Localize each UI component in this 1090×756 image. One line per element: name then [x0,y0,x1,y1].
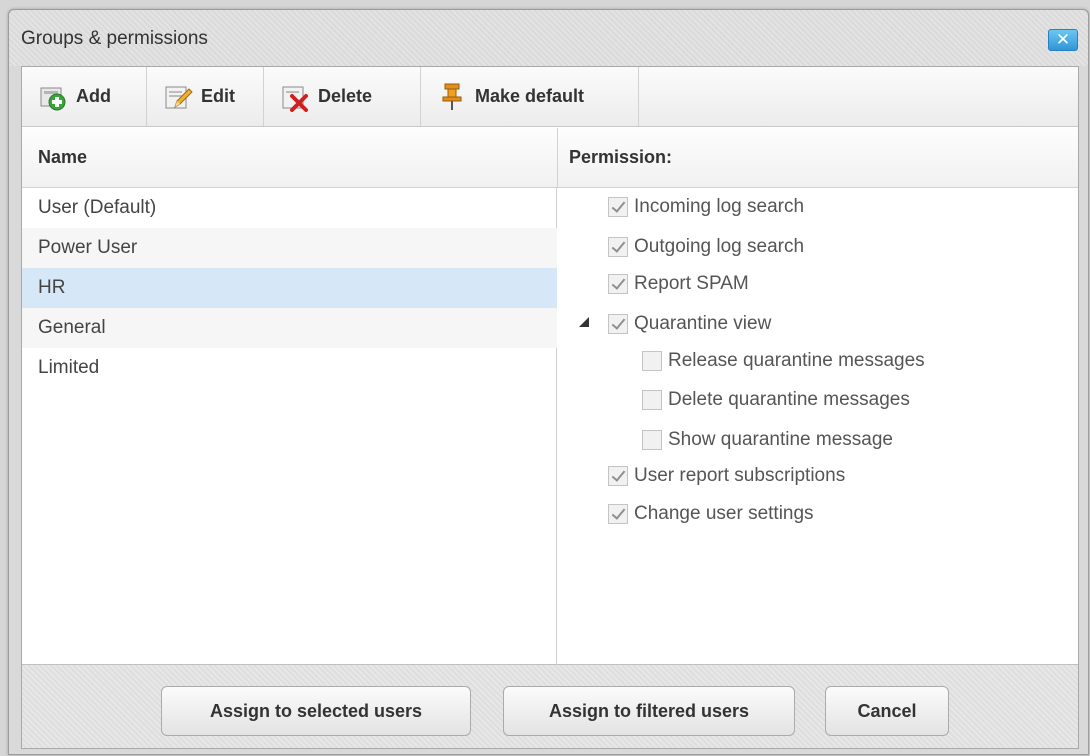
assign-filtered-label: Assign to filtered users [548,700,750,721]
permission-checkbox[interactable] [608,197,628,217]
permission-label: Quarantine view [634,313,772,334]
permission-checkbox[interactable] [608,274,628,294]
expand-collapse-icon[interactable] [579,317,589,327]
group-list: User (Default) Power User HR General Lim… [22,188,557,664]
name-column-label: Name [38,147,88,167]
permission-label: Report SPAM [634,273,749,294]
group-label: Limited [38,357,100,378]
add-button[interactable]: Add [22,67,147,126]
list-item[interactable]: Power User [22,228,557,268]
list-item[interactable]: General [22,308,557,348]
permission-tree: Incoming log search Outgoing log search … [558,188,1078,664]
permission-checkbox[interactable] [608,504,628,524]
permission-label: Incoming log search [634,196,805,217]
list-item[interactable]: User (Default) [22,188,557,228]
permission-label: Delete quarantine messages [668,389,910,410]
assign-selected-label: Assign to selected users [209,700,423,721]
permission-label: User report subscriptions [634,465,846,486]
permission-delete-quarantine-messages[interactable]: Delete quarantine messages [642,384,910,416]
delete-button[interactable]: Delete [264,67,421,126]
permission-report-spam[interactable]: Report SPAM [608,268,749,300]
permission-show-quarantine-message[interactable]: Show quarantine message [642,424,893,456]
groups-permissions-dialog: Groups & permissions ✕ Add Edit Delete M… [8,9,1089,755]
permission-checkbox[interactable] [608,237,628,257]
group-label: User (Default) [38,197,157,218]
permission-label: Show quarantine message [668,429,893,450]
delete-label: Delete [318,86,373,106]
group-label: HR [38,277,66,298]
make-default-label: Make default [475,86,585,106]
assign-to-selected-users-button[interactable]: Assign to selected users [161,686,471,736]
close-button[interactable]: ✕ [1048,29,1078,51]
dialog-content: Add Edit Delete Make default Name Permis… [21,66,1079,749]
permission-checkbox[interactable] [642,351,662,371]
permission-incoming-log-search[interactable]: Incoming log search [608,191,804,223]
name-column-header[interactable]: Name [22,128,558,188]
permission-checkbox[interactable] [608,466,628,486]
permission-column-label: Permission: [569,147,673,167]
permission-checkbox[interactable] [608,314,628,334]
cancel-label: Cancel [857,700,917,721]
toolbar: Add Edit Delete Make default [22,67,1078,127]
permission-column-header: Permission: [558,128,1078,188]
permission-outgoing-log-search[interactable]: Outgoing log search [608,231,804,263]
permission-label: Outgoing log search [634,236,805,257]
permission-release-quarantine-messages[interactable]: Release quarantine messages [642,345,925,377]
dialog-footer: Assign to selected users Assign to filte… [22,664,1078,748]
group-label: General [38,317,106,338]
group-label: Power User [38,237,138,258]
list-item[interactable]: HR [22,268,557,308]
edit-icon [163,82,193,112]
permission-quarantine-view[interactable]: Quarantine view [608,308,771,340]
permission-checkbox[interactable] [642,390,662,410]
dialog-titlebar[interactable]: Groups & permissions ✕ [9,10,1088,66]
add-icon [38,82,68,112]
permission-change-user-settings[interactable]: Change user settings [608,498,814,530]
dialog-title: Groups & permissions [21,28,208,49]
assign-to-filtered-users-button[interactable]: Assign to filtered users [503,686,795,736]
permission-label: Release quarantine messages [668,350,925,371]
delete-icon [280,82,310,112]
permission-checkbox[interactable] [642,430,662,450]
permission-label: Change user settings [634,503,814,524]
make-default-button[interactable]: Make default [421,67,639,126]
edit-button[interactable]: Edit [147,67,264,126]
permission-user-report-subscriptions[interactable]: User report subscriptions [608,460,845,492]
pin-icon [437,82,467,112]
edit-label: Edit [201,86,235,106]
cancel-button[interactable]: Cancel [825,686,949,736]
close-icon: ✕ [1055,30,1071,49]
list-item[interactable]: Limited [22,348,557,388]
add-label: Add [76,86,111,106]
